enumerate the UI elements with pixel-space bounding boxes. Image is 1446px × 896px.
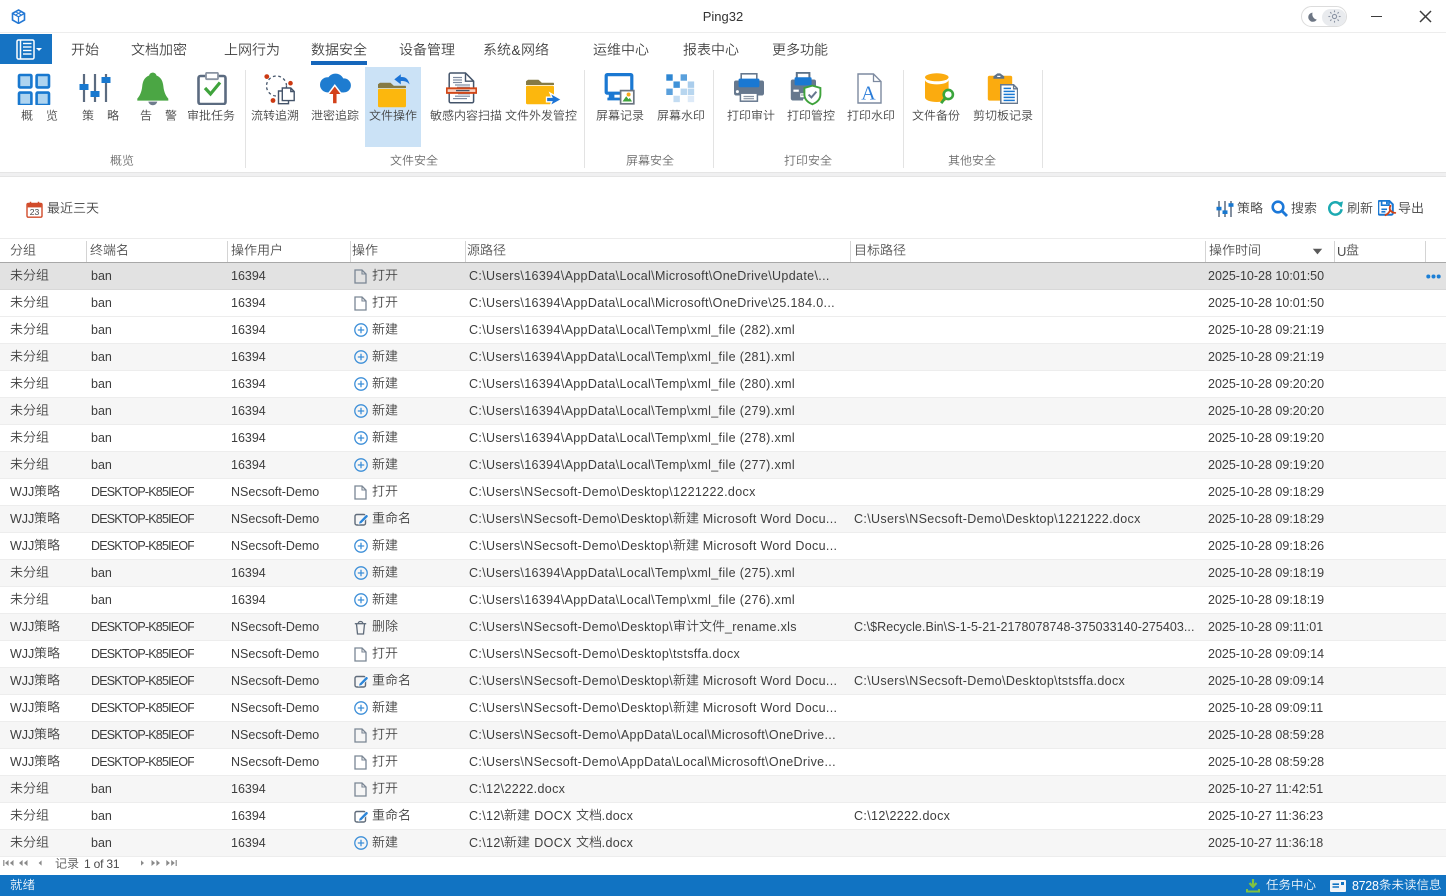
svg-text:A: A (861, 83, 876, 105)
svg-text:23: 23 (30, 207, 40, 217)
